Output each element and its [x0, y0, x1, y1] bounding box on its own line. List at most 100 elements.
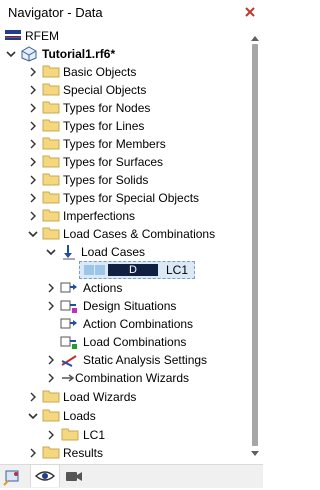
tree-item-types-solids[interactable]: Types for Solids	[0, 171, 246, 189]
folder-open-icon	[42, 408, 60, 424]
scroll-down-icon[interactable]	[251, 446, 259, 460]
tree-item-design-situations[interactable]: Design Situations	[0, 297, 246, 315]
folder-icon	[42, 136, 60, 152]
tree-item-basic-objects[interactable]: Basic Objects	[0, 63, 246, 81]
scroll-up-icon[interactable]	[251, 30, 259, 44]
chevron-right-icon[interactable]	[46, 354, 56, 365]
tree-item-types-lines[interactable]: Types for Lines	[0, 117, 246, 135]
tree-item-rfem[interactable]: RFEM	[0, 27, 246, 45]
folder-icon	[42, 118, 60, 134]
chevron-right-icon[interactable]	[28, 84, 38, 95]
tree-item-lc1-selected[interactable]: D LC1	[0, 261, 246, 279]
rfem-flag-icon	[4, 28, 22, 44]
chevron-down-icon[interactable]	[28, 410, 38, 420]
tree-item-types-members[interactable]: Types for Members	[0, 135, 246, 153]
tree-item-types-surfaces[interactable]: Types for Surfaces	[0, 153, 246, 171]
chevron-down-icon[interactable]	[28, 228, 38, 238]
folder-icon	[42, 190, 60, 206]
title-bar: Navigator - Data	[0, 0, 263, 26]
tree-label: Imperfections	[63, 209, 136, 223]
navigator-tree: RFEM Tutorial1.rf6* Basic Objects Specia…	[0, 26, 246, 464]
vertical-scrollbar[interactable]	[247, 26, 263, 464]
tree-label: LC1	[83, 428, 106, 442]
tree-item-loads[interactable]: Loads	[0, 407, 246, 425]
chevron-right-icon[interactable]	[28, 192, 38, 203]
lc-type-badge: D	[108, 264, 158, 276]
tree-label: Static Analysis Settings	[83, 353, 208, 367]
tree-label: Combination Wizards	[75, 371, 190, 385]
folder-icon	[42, 208, 60, 224]
folder-icon	[42, 445, 60, 461]
tree-label: Actions	[83, 281, 123, 295]
tree-item-imperfections[interactable]: Imperfections	[0, 207, 246, 225]
tree-item-action-combinations[interactable]: Action Combinations	[0, 315, 246, 333]
tree-label: Loads	[63, 409, 96, 423]
tree-label: Results	[63, 446, 104, 460]
chevron-right-icon[interactable]	[28, 174, 38, 185]
chevron-right-icon[interactable]	[28, 391, 38, 402]
tree-item-file[interactable]: Tutorial1.rf6*	[0, 45, 246, 63]
static-analysis-icon	[60, 352, 78, 368]
chevron-right-icon[interactable]	[28, 138, 38, 149]
folder-icon	[42, 154, 60, 170]
tree-label: Load Cases & Combinations	[63, 227, 216, 241]
chevron-right-icon[interactable]	[28, 102, 38, 113]
chevron-right-icon[interactable]	[46, 300, 56, 311]
tree-label: Types for Solids	[63, 173, 149, 187]
folder-icon	[61, 427, 79, 443]
tree-label: Design Situations	[83, 299, 177, 313]
chevron-right-icon[interactable]	[46, 282, 56, 293]
tree-item-combination-wizards[interactable]: Combination Wizards	[0, 369, 246, 387]
tree-item-load-wizards[interactable]: Load Wizards	[0, 388, 246, 406]
actions-icon	[60, 280, 78, 296]
tree-item-load-cases-combinations[interactable]: Load Cases & Combinations	[0, 225, 246, 243]
model-file-icon	[20, 46, 38, 62]
tree-label: Basic Objects	[63, 65, 137, 79]
tree-label: Special Objects	[63, 83, 147, 97]
folder-icon	[42, 64, 60, 80]
tree-item-loads-lc1[interactable]: LC1	[0, 426, 246, 444]
tree-item-special-objects[interactable]: Special Objects	[0, 81, 246, 99]
chevron-down-icon[interactable]	[46, 246, 56, 256]
tree-label: LC1	[166, 263, 189, 277]
scrollbar-thumb[interactable]	[252, 44, 258, 446]
chevron-right-icon[interactable]	[28, 66, 38, 77]
folder-icon	[42, 82, 60, 98]
navigator-tab-bar	[0, 464, 263, 488]
navigator-pin-icon[interactable]	[2, 465, 30, 487]
tree-item-load-cases[interactable]: Load Cases	[0, 243, 246, 261]
tree-label: Tutorial1.rf6*	[42, 47, 116, 61]
chevron-right-icon[interactable]	[28, 447, 38, 458]
tree-label: Load Cases	[81, 245, 146, 259]
close-icon[interactable]	[242, 4, 258, 20]
window-title: Navigator - Data	[8, 5, 103, 20]
tree-item-actions[interactable]: Actions	[0, 279, 246, 297]
tree-item-results[interactable]: Results	[0, 444, 246, 462]
data-tab-eye-icon[interactable]	[30, 465, 60, 487]
tree-label: RFEM	[25, 29, 59, 43]
lc-status-square	[95, 265, 105, 275]
chevron-right-icon[interactable]	[28, 210, 38, 221]
chevron-right-icon[interactable]	[46, 429, 56, 440]
tree-item-types-nodes[interactable]: Types for Nodes	[0, 99, 246, 117]
tree-label: Load Combinations	[83, 335, 187, 349]
view-tab-camera-icon[interactable]	[60, 465, 88, 487]
tree-item-load-combinations[interactable]: Load Combinations	[0, 333, 246, 351]
tree-item-static-analysis-settings[interactable]: Static Analysis Settings	[0, 351, 246, 369]
chevron-down-icon[interactable]	[6, 48, 16, 58]
tree-label: Action Combinations	[83, 317, 194, 331]
folder-icon	[42, 172, 60, 188]
chevron-right-icon[interactable]	[28, 156, 38, 167]
tree-label: Load Wizards	[63, 390, 137, 404]
tree-label: Types for Nodes	[63, 101, 151, 115]
chevron-right-icon[interactable]	[46, 372, 56, 383]
tree-label: Types for Lines	[63, 119, 145, 133]
folder-open-icon	[42, 226, 60, 242]
folder-icon	[42, 100, 60, 116]
tree-item-types-special[interactable]: Types for Special Objects	[0, 189, 246, 207]
tree-label: Types for Special Objects	[63, 191, 200, 205]
load-combinations-icon	[60, 334, 78, 350]
chevron-right-icon[interactable]	[28, 120, 38, 131]
design-situations-icon	[60, 298, 78, 314]
load-case-arrow-icon	[60, 244, 78, 260]
